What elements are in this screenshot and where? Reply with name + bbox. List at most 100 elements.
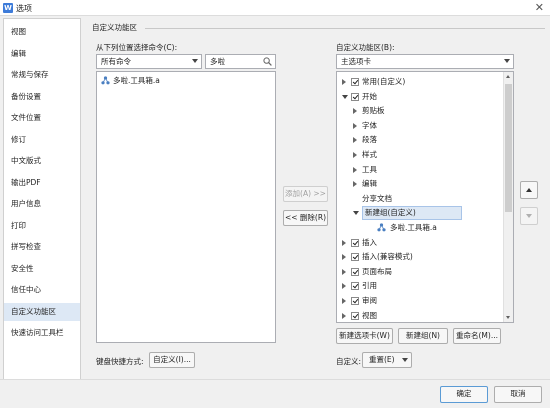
tab-type-select[interactable]: 主选项卡 <box>336 54 514 69</box>
tree-node[interactable]: 多啦.工具箱.a <box>337 221 503 235</box>
sidebar-item[interactable]: 拼写检查 <box>4 238 80 256</box>
sidebar-item[interactable]: 文件位置 <box>4 109 80 127</box>
sidebar-item[interactable]: 常规与保存 <box>4 66 80 84</box>
tree-node[interactable]: 段落 <box>337 133 503 147</box>
expand-icon[interactable] <box>342 312 346 319</box>
footer-divider <box>0 379 550 380</box>
ok-button[interactable]: 确定 <box>440 386 488 403</box>
window-title: 选项 <box>16 4 32 13</box>
remove-button[interactable]: << 删除(R) <box>283 210 328 226</box>
list-item-label: 多啦.工具箱.a <box>113 76 160 85</box>
sidebar-item[interactable]: 快速访问工具栏 <box>4 324 80 342</box>
tree-node-label: 工具 <box>362 164 377 174</box>
keyboard-shortcut-label: 键盘快捷方式: <box>96 357 144 366</box>
tree-node-label: 段落 <box>362 135 377 145</box>
triangle-down-icon <box>526 214 532 218</box>
title-bar: W 选项 ✕ <box>0 0 550 16</box>
sidebar-item[interactable]: 自定义功能区 <box>4 302 80 321</box>
available-commands-list[interactable]: 多啦.工具箱.a <box>96 71 276 343</box>
scroll-down-icon[interactable] <box>506 316 510 319</box>
tree-node[interactable]: 编辑 <box>337 177 503 191</box>
sidebar-item[interactable]: 编辑 <box>4 45 80 63</box>
collapse-icon[interactable] <box>353 211 359 216</box>
move-down-button[interactable] <box>520 207 538 225</box>
tree-node[interactable]: 工具 <box>337 163 503 177</box>
choose-commands-label: 从下列位置选择命令(C): <box>96 43 178 52</box>
expand-icon[interactable] <box>353 108 357 115</box>
expand-icon[interactable] <box>353 137 357 144</box>
expand-icon[interactable] <box>342 254 346 261</box>
customize-short-label: 自定义: <box>336 357 362 366</box>
rename-button[interactable]: 重命名(M)... <box>453 328 501 344</box>
reset-button[interactable]: 重置(E) <box>362 352 412 368</box>
tree-node[interactable]: 样式 <box>337 148 503 162</box>
tree-node[interactable]: 常用(自定义) <box>337 75 503 89</box>
expand-icon[interactable] <box>342 79 346 85</box>
tree-node[interactable]: 分享文档 <box>337 192 503 206</box>
tree-node-label: 引用 <box>362 281 377 291</box>
scrollbar-thumb[interactable] <box>505 84 512 212</box>
ribbon-tree[interactable]: 常用(自定义) 开始剪贴板字体段落样式工具编辑 分享文档 新建组(自定义) 多啦.工具箱… <box>336 71 514 323</box>
tree-checkbox[interactable] <box>351 297 359 305</box>
tree-node-label: 插入(兼容模式) <box>362 252 413 262</box>
command-source-select[interactable]: 所有命令 <box>96 54 202 69</box>
chevron-down-icon <box>402 358 408 362</box>
move-up-button[interactable] <box>520 181 538 199</box>
scroll-up-icon[interactable] <box>506 75 510 78</box>
expand-icon[interactable] <box>353 166 357 173</box>
section-title: 自定义功能区 <box>92 23 137 32</box>
tree-node[interactable]: 审阅 <box>337 294 503 308</box>
tree-node-label: 常用(自定义) <box>362 77 406 86</box>
tree-node[interactable]: 新建组(自定义) <box>337 206 503 221</box>
tree-node[interactable]: 插入 <box>337 236 503 250</box>
command-search-input[interactable]: 多啦 <box>205 54 276 69</box>
sidebar-item[interactable]: 输出PDF <box>4 174 80 192</box>
expand-icon[interactable] <box>342 268 346 275</box>
expand-icon[interactable] <box>353 122 357 129</box>
tree-checkbox[interactable] <box>351 78 359 86</box>
tree-node[interactable]: 引用 <box>337 279 503 293</box>
tree-node-label: 剪贴板 <box>362 106 385 116</box>
tree-node[interactable]: 字体 <box>337 119 503 133</box>
sidebar-item[interactable]: 修订 <box>4 131 80 149</box>
tree-node-label: 页面布局 <box>362 266 392 276</box>
tree-checkbox[interactable] <box>351 238 359 247</box>
addin-icon <box>101 76 110 85</box>
tree-node-label: 审阅 <box>362 296 377 305</box>
collapse-icon[interactable] <box>342 94 348 99</box>
keyboard-customize-button[interactable]: 自定义(I)... <box>149 352 195 368</box>
sidebar-item[interactable]: 中文版式 <box>4 152 80 170</box>
tree-checkbox[interactable] <box>351 253 359 262</box>
sidebar-item[interactable]: 信任中心 <box>4 281 80 299</box>
expand-icon[interactable] <box>342 283 346 290</box>
close-icon[interactable]: ✕ <box>535 1 544 14</box>
expand-icon[interactable] <box>342 239 346 246</box>
tree-checkbox[interactable] <box>351 311 359 320</box>
list-item[interactable]: 多啦.工具箱.a <box>97 74 275 88</box>
sidebar-item[interactable]: 打印 <box>4 217 80 235</box>
tree-node[interactable]: 开始 <box>337 90 503 104</box>
options-sidebar: 视图编辑常规与保存备份设置文件位置修订中文版式输出PDF 用户信息打印拼写检查安全… <box>3 18 81 380</box>
tree-node[interactable]: 插入(兼容模式) <box>337 250 503 264</box>
sidebar-item[interactable]: 备份设置 <box>4 88 80 106</box>
tree-checkbox[interactable] <box>351 267 359 276</box>
tree-node[interactable]: 视图 <box>337 309 503 322</box>
cancel-button[interactable]: 取消 <box>494 386 542 403</box>
tree-checkbox[interactable] <box>351 92 359 101</box>
tree-scrollbar[interactable] <box>503 72 513 322</box>
triangle-up-icon <box>526 188 532 192</box>
expand-icon[interactable] <box>353 152 357 158</box>
expand-icon[interactable] <box>353 181 357 188</box>
new-group-button[interactable]: 新建组(N) <box>398 328 448 344</box>
tree-checkbox[interactable] <box>351 282 359 291</box>
expand-icon[interactable] <box>342 298 346 304</box>
new-tab-button[interactable]: 新建选项卡(W) <box>336 328 393 344</box>
tree-node[interactable]: 页面布局 <box>337 265 503 279</box>
sidebar-item[interactable]: 安全性 <box>4 260 80 278</box>
customize-ribbon-label: 自定义功能区(B): <box>336 43 395 52</box>
sidebar-item[interactable]: 用户信息 <box>4 195 80 213</box>
sidebar-item[interactable]: 视图 <box>4 23 80 41</box>
tree-node[interactable]: 剪贴板 <box>337 104 503 118</box>
add-button[interactable]: 添加(A) >> <box>283 186 328 202</box>
chevron-down-icon <box>504 59 510 63</box>
